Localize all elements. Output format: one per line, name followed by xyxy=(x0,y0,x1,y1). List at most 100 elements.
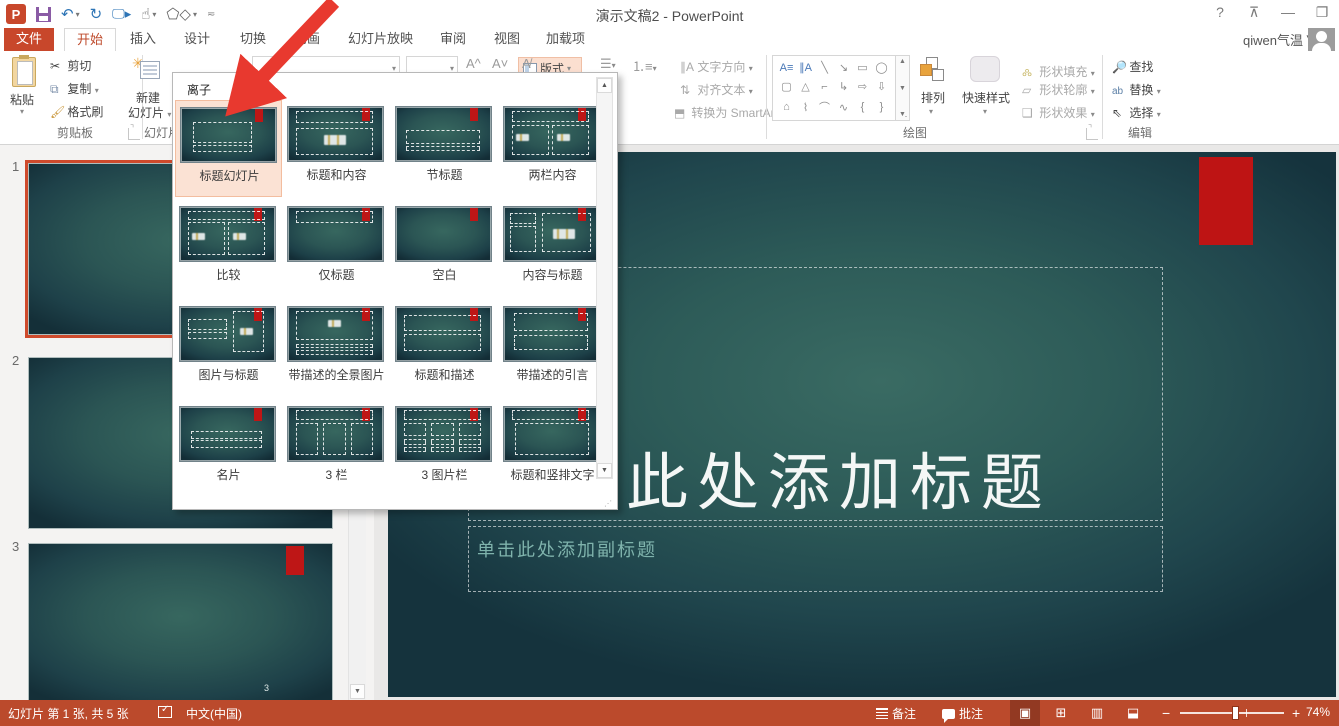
convert-smartart-button[interactable]: ⬒ 转换为 SmartArt ▾ xyxy=(674,104,785,121)
scroll-down-icon[interactable]: ▼ xyxy=(350,684,365,699)
triangle-icon[interactable]: △ xyxy=(801,80,809,93)
tab-view[interactable]: 视图 xyxy=(482,28,532,51)
gallery-scrollbar[interactable]: ▲ ▼ xyxy=(596,77,613,479)
gallery-scroll-up-icon[interactable]: ▲ xyxy=(597,78,612,93)
shape-fill-button[interactable]: 🝆 形状填充 ▾ xyxy=(1022,58,1095,83)
subtitle-placeholder-text[interactable]: 单击此处添加副标题 xyxy=(477,536,657,562)
format-painter-button[interactable]: 🖌 格式刷 xyxy=(50,103,103,120)
quick-styles-button[interactable]: 快速样式 xyxy=(955,89,1017,106)
clipboard-dialog-launcher[interactable] xyxy=(128,128,140,140)
zoom-in-button[interactable]: + xyxy=(1292,705,1300,721)
minimize-button[interactable]: — xyxy=(1279,4,1297,21)
select-button[interactable]: ⇖ 选择 ▾ xyxy=(1112,104,1161,121)
textbox-icon[interactable]: A≡ xyxy=(780,62,794,74)
zoom-out-button[interactable]: − xyxy=(1162,705,1170,721)
layout-item-name-card[interactable]: 名片 xyxy=(175,400,282,497)
quick-styles-caret-icon[interactable]: ▾ xyxy=(983,107,987,116)
layout-item-title-slide[interactable]: 标题幻灯片 xyxy=(175,100,282,197)
layout-item-section-header[interactable]: 节标题 xyxy=(391,100,498,197)
slide-counter[interactable]: 幻灯片 第 1 张, 共 5 张 xyxy=(8,705,129,722)
layout-item-title-vertical-text[interactable]: 标题和竖排文字 xyxy=(499,400,606,497)
paste-icon[interactable] xyxy=(12,57,36,87)
vertical-textbox-icon[interactable]: ∥A xyxy=(799,61,812,74)
ribbon-display-options-button[interactable]: ⊼ xyxy=(1245,4,1263,21)
zoom-percentage[interactable]: 74% xyxy=(1306,705,1330,719)
tab-transitions[interactable]: 切换 xyxy=(228,28,278,51)
layout-item-3-picture-columns[interactable]: 3 图片栏 xyxy=(391,400,498,497)
paste-caret-icon[interactable]: ▾ xyxy=(20,107,24,116)
tab-slideshow[interactable]: 幻灯片放映 xyxy=(336,28,425,51)
bullets-icon[interactable]: ☰▾ xyxy=(600,56,616,72)
rounded-rect-icon[interactable]: ▢ xyxy=(781,80,791,93)
copy-button[interactable]: ⧉ 复制 ▾ xyxy=(50,80,99,97)
new-slide-button-line2[interactable]: 幻灯片 ▾ xyxy=(128,104,171,121)
shape-outline-button[interactable]: ▱ 形状轮廓 ▾ xyxy=(1022,81,1095,98)
notes-button[interactable]: 备注 xyxy=(876,705,916,722)
align-text-button[interactable]: ⇅ 对齐文本 ▾ xyxy=(680,81,753,98)
gallery-resize-grip[interactable]: ⋰ xyxy=(604,499,614,507)
slideshow-view-button[interactable]: ⬓ xyxy=(1118,700,1148,726)
layout-item-quote-with-caption[interactable]: 带描述的引言 xyxy=(499,300,606,397)
normal-view-button[interactable]: ▣ xyxy=(1010,700,1040,726)
replace-button[interactable]: ab 替换 ▾ xyxy=(1112,81,1161,98)
elbow-arrow-icon[interactable]: ↳ xyxy=(839,80,848,93)
shapes-gallery[interactable]: A≡ ∥A ╲ ↘ ▭ ◯ ▢ △ ⌐ ↳ ⇨ ⇩ ⌂ ⌇ ⌒ ∿ {} xyxy=(772,55,896,121)
layout-item-content-with-caption[interactable]: 内容与标题 xyxy=(499,200,606,297)
tab-home[interactable]: 开始 xyxy=(64,28,116,51)
increase-font-icon[interactable]: A^ xyxy=(466,56,481,71)
numbering-icon[interactable]: ⒈≡▾ xyxy=(632,56,657,75)
tab-design[interactable]: 设计 xyxy=(172,28,222,51)
layout-item-title-and-content[interactable]: 标题和内容 xyxy=(283,100,390,197)
layout-item-panoramic-picture[interactable]: 带描述的全景图片 xyxy=(283,300,390,397)
tab-addins[interactable]: 加载项 xyxy=(534,28,597,51)
line-icon[interactable]: ╲ xyxy=(821,61,828,74)
text-direction-button[interactable]: ∥A 文字方向 ▾ xyxy=(680,58,753,75)
spellcheck-icon[interactable] xyxy=(158,705,172,719)
help-button[interactable]: ? xyxy=(1211,4,1229,21)
slide-thumbnail-3[interactable]: 3 xyxy=(28,543,333,706)
freeform-icon[interactable]: ⌂ xyxy=(783,101,790,113)
drawing-dialog-launcher[interactable] xyxy=(1086,128,1098,140)
scribble-icon[interactable]: ⌇ xyxy=(803,101,808,114)
elbow-icon[interactable]: ⌐ xyxy=(821,81,827,93)
account-name[interactable]: qiwen气温 xyxy=(1243,30,1303,49)
tab-review[interactable]: 审阅 xyxy=(428,28,478,51)
cut-icon: ✂ xyxy=(50,59,64,73)
arrange-button[interactable]: 排列 xyxy=(908,89,958,106)
paste-button[interactable]: 粘贴 xyxy=(10,91,34,108)
user-avatar[interactable] xyxy=(1308,28,1335,51)
tab-animations[interactable]: 动画 xyxy=(282,28,332,51)
layout-item-title-and-caption[interactable]: 标题和描述 xyxy=(391,300,498,397)
layout-item-blank[interactable]: 空白 xyxy=(391,200,498,297)
arc-icon[interactable]: ⌒ xyxy=(819,99,830,115)
arrow-icon[interactable]: ↘ xyxy=(839,61,848,74)
layout-item-picture-with-caption[interactable]: 图片与标题 xyxy=(175,300,282,397)
language-indicator[interactable]: 中文(中国) xyxy=(186,705,242,722)
tab-insert[interactable]: 插入 xyxy=(118,28,168,51)
decrease-font-icon[interactable]: A˅ xyxy=(492,56,508,71)
find-button[interactable]: 🔎 查找 xyxy=(1112,58,1153,75)
cut-button[interactable]: ✂ 剪切 xyxy=(50,57,91,74)
gallery-scroll-down-icon[interactable]: ▼ xyxy=(597,463,612,478)
shapes-gallery-scrollbar[interactable]: ▲▼▼̱ xyxy=(896,55,910,121)
down-arrow-icon[interactable]: ⇩ xyxy=(877,80,886,93)
rectangle-icon[interactable]: ▭ xyxy=(857,61,867,74)
left-brace-icon[interactable]: { xyxy=(861,101,865,113)
comments-button[interactable]: 批注 xyxy=(942,705,983,722)
tab-file[interactable]: 文件 xyxy=(4,28,54,51)
layout-item-title-only[interactable]: 仅标题 xyxy=(283,200,390,297)
slide-sorter-view-button[interactable]: ⊞ xyxy=(1046,700,1076,726)
layout-item-two-content[interactable]: 两栏内容 xyxy=(499,100,606,197)
right-arrow-icon[interactable]: ⇨ xyxy=(858,80,867,93)
oval-icon[interactable]: ◯ xyxy=(875,61,887,74)
restore-button[interactable]: ❐ xyxy=(1313,4,1331,21)
clear-formatting-icon[interactable]: A̸ xyxy=(522,56,531,71)
layout-item-3-columns[interactable]: 3 栏 xyxy=(283,400,390,497)
layout-item-comparison[interactable]: 比较 xyxy=(175,200,282,297)
arrange-caret-icon[interactable]: ▾ xyxy=(929,107,933,116)
curve-icon[interactable]: ∿ xyxy=(839,101,848,114)
right-brace-icon[interactable]: } xyxy=(880,101,884,113)
shape-effects-button[interactable]: ❑ 形状效果 ▾ xyxy=(1022,104,1095,121)
zoom-slider-thumb[interactable] xyxy=(1232,706,1239,720)
reading-view-button[interactable]: ▥ xyxy=(1082,700,1112,726)
